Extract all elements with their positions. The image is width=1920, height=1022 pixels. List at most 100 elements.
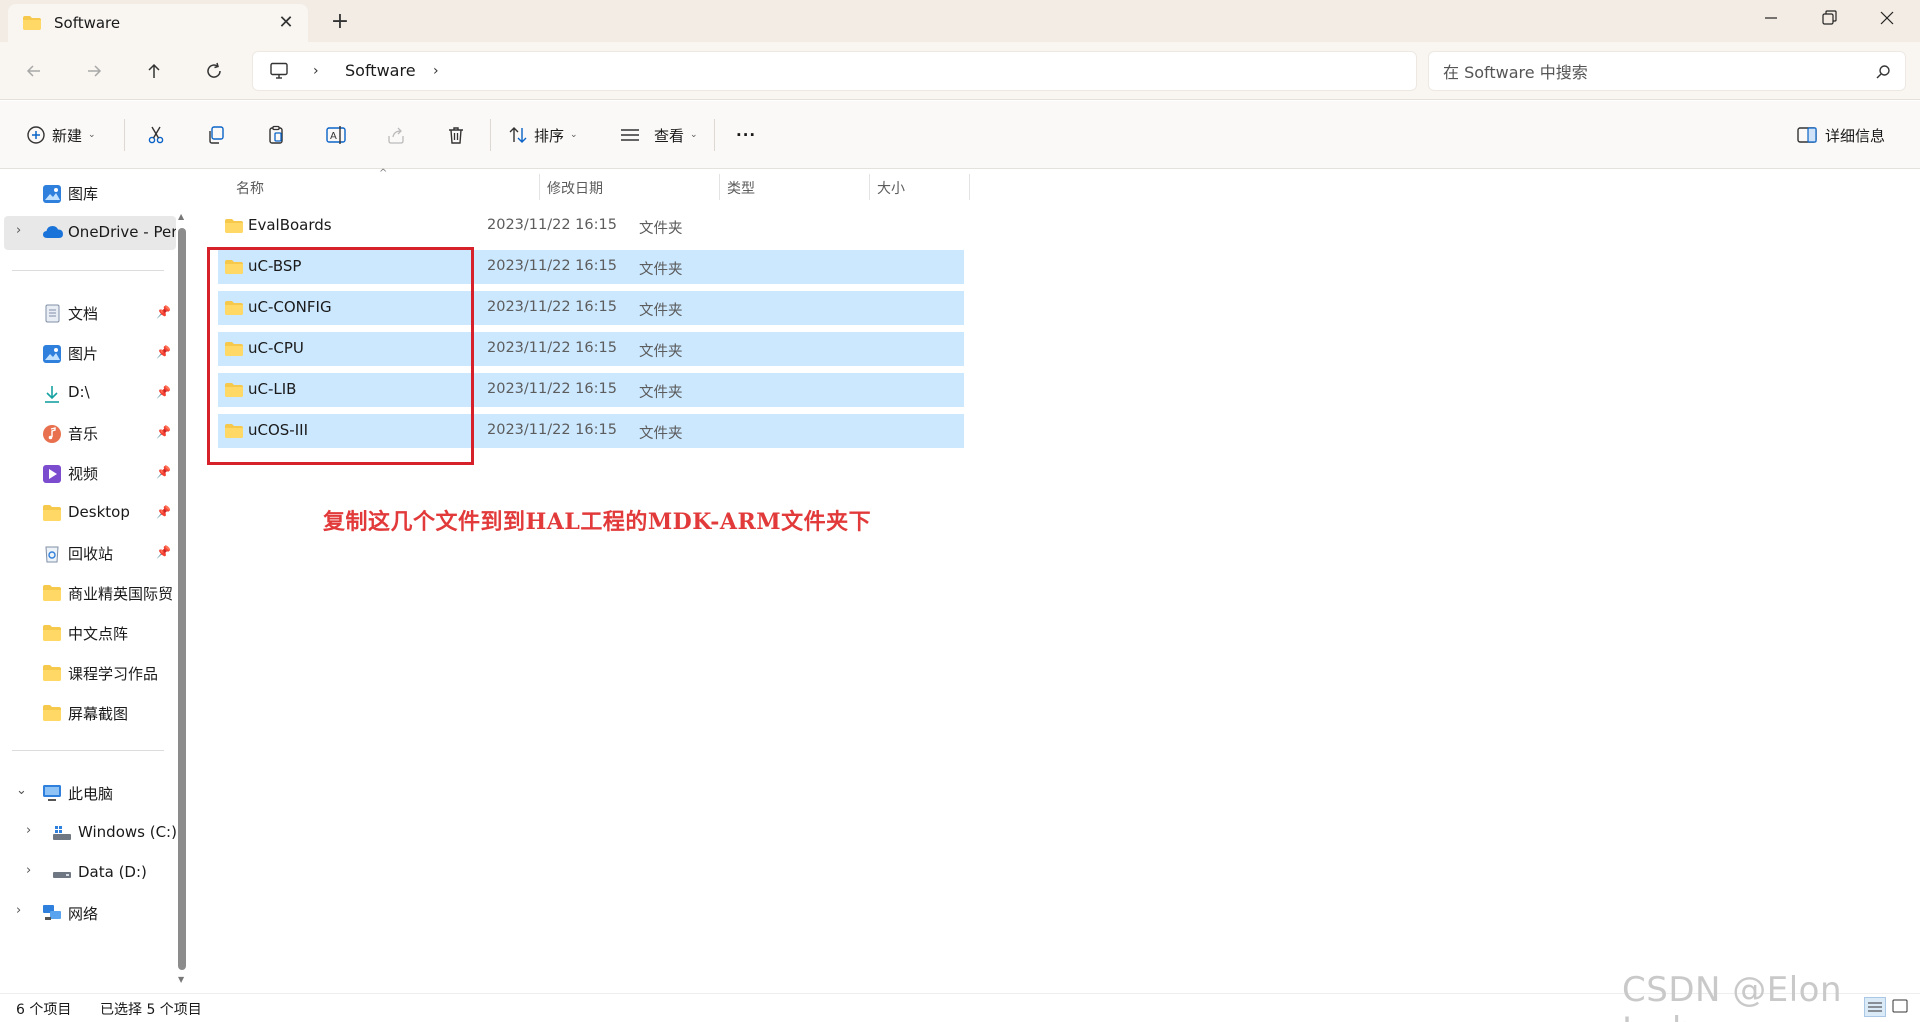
chevron-down-icon[interactable]: ⌄ <box>16 783 27 798</box>
back-button[interactable] <box>17 54 51 88</box>
details-view-toggle[interactable] <box>1864 997 1886 1017</box>
restore-button[interactable] <box>1800 0 1858 36</box>
more-options-button[interactable]: ··· <box>736 120 756 150</box>
sidebar-item-folder[interactable]: 中文点阵 <box>0 616 176 650</box>
chevron-down-icon: ⌄ <box>690 130 698 140</box>
details-pane-button[interactable]: 详细信息 <box>1797 120 1885 150</box>
sidebar-item-d-drive[interactable]: D:\ 📌 <box>0 376 176 410</box>
arrow-left-icon <box>26 65 40 77</box>
sidebar-item-label: 屏幕截图 <box>68 705 129 723</box>
arrow-up-icon <box>148 63 160 78</box>
sidebar-item-desktop[interactable]: Desktop 📌 <box>0 496 176 530</box>
item-count: 6 个项目 <box>16 1002 72 1018</box>
new-button[interactable]: 新建 ⌄ <box>26 120 96 150</box>
copy-button[interactable] <box>201 120 231 150</box>
chevron-right-icon[interactable]: › <box>26 863 31 878</box>
up-button[interactable] <box>137 54 171 88</box>
column-type[interactable]: 类型 <box>727 178 755 198</box>
sidebar-item-label: Windows (C:) <box>78 823 176 841</box>
sidebar-item-this-pc[interactable]: ⌄ 此电脑 <box>0 776 176 810</box>
sidebar-item-recycle-bin[interactable]: 回收站 📌 <box>0 536 176 570</box>
column-name[interactable]: 名称 <box>236 178 264 198</box>
sidebar-item-data-d[interactable]: › Data (D:) <box>0 856 176 890</box>
video-icon <box>42 464 62 484</box>
chevron-right-icon[interactable]: › <box>16 903 21 918</box>
sidebar-item-gallery[interactable]: 图库 <box>0 176 176 210</box>
pin-icon[interactable]: 📌 <box>156 345 171 359</box>
sidebar-item-label: 音乐 <box>68 425 99 443</box>
recycle-bin-icon <box>42 544 62 564</box>
breadcrumb-software[interactable]: Software <box>345 61 416 80</box>
sidebar-item-windows-c[interactable]: › Windows (C:) <box>0 816 176 850</box>
close-tab-icon[interactable]: ✕ <box>274 11 298 35</box>
onedrive-icon <box>42 224 63 244</box>
sort-button[interactable]: 排序 ⌄ <box>508 120 578 150</box>
pin-icon[interactable]: 📌 <box>156 385 171 399</box>
pictures-icon <box>42 344 62 364</box>
delete-button[interactable] <box>441 120 471 150</box>
chevron-right-icon[interactable]: › <box>313 63 319 79</box>
search-icon[interactable] <box>1875 64 1891 84</box>
sidebar-item-music[interactable]: 音乐 📌 <box>0 416 176 450</box>
column-size[interactable]: 大小 <box>877 178 905 198</box>
column-date[interactable]: 修改日期 <box>547 178 603 198</box>
this-pc-icon <box>42 784 62 804</box>
tab-software[interactable]: Software ✕ <box>8 4 308 42</box>
address-field[interactable]: › Software › <box>252 51 1417 91</box>
annotation-highlight-box <box>207 247 474 465</box>
chevron-right-icon[interactable]: › <box>26 823 31 838</box>
close-window-button[interactable] <box>1858 0 1916 36</box>
column-divider[interactable] <box>719 174 720 200</box>
sidebar-item-documents[interactable]: 文档 📌 <box>0 296 176 330</box>
column-divider[interactable] <box>869 174 870 200</box>
folder-icon <box>42 584 62 604</box>
sidebar-scrollbar-thumb[interactable] <box>178 228 186 970</box>
pin-icon[interactable]: 📌 <box>156 305 171 319</box>
minimize-button[interactable] <box>1742 0 1800 36</box>
thumbnail-view-toggle[interactable] <box>1890 997 1912 1017</box>
chevron-down-icon: ⌄ <box>570 130 578 140</box>
sidebar-item-label: 此电脑 <box>68 785 114 803</box>
paste-button[interactable] <box>261 120 291 150</box>
sidebar-item-folder[interactable]: 屏幕截图 <box>0 696 176 730</box>
pin-icon[interactable]: 📌 <box>156 425 171 439</box>
sidebar-item-pictures[interactable]: 图片 📌 <box>0 336 176 370</box>
chevron-right-icon[interactable]: › <box>16 223 21 238</box>
cut-button[interactable] <box>141 120 171 150</box>
search-input[interactable] <box>1443 60 1843 84</box>
share-button[interactable] <box>381 120 411 150</box>
sidebar-item-videos[interactable]: 视频 📌 <box>0 456 176 490</box>
download-icon <box>42 384 62 404</box>
view-button[interactable]: 查看 ⌄ <box>620 120 698 150</box>
sidebar-item-folder[interactable]: 商业精英国际贸 <box>0 576 176 610</box>
column-divider[interactable] <box>539 174 540 200</box>
file-type: 文件夹 <box>639 385 683 401</box>
sidebar-item-label: 课程学习作品 <box>68 665 159 683</box>
search-box[interactable] <box>1428 51 1906 91</box>
column-divider[interactable] <box>969 174 970 200</box>
sidebar-item-onedrive[interactable]: › OneDrive - Per <box>4 216 176 250</box>
pin-icon[interactable]: 📌 <box>156 465 171 479</box>
drive-icon <box>52 864 72 884</box>
sidebar-item-label: OneDrive - Per <box>68 223 176 241</box>
arrow-right-icon <box>88 65 102 77</box>
forward-button[interactable] <box>77 54 111 88</box>
documents-icon <box>42 304 62 324</box>
sidebar-item-network[interactable]: › 网络 <box>0 896 176 930</box>
file-type: 文件夹 <box>639 426 683 442</box>
refresh-button[interactable] <box>197 54 231 88</box>
network-icon <box>42 904 62 924</box>
pin-icon[interactable]: 📌 <box>156 505 171 519</box>
scroll-down-arrow[interactable]: ▼ <box>178 975 184 984</box>
sidebar-item-folder[interactable]: 课程学习作品 <box>0 656 176 690</box>
sort-button-label: 排序 <box>534 126 565 145</box>
chevron-right-icon[interactable]: › <box>433 63 439 79</box>
add-circle-icon <box>27 126 45 144</box>
table-row[interactable]: EvalBoards 2023/11/22 16:15 文件夹 <box>218 209 964 243</box>
file-type: 文件夹 <box>639 262 683 278</box>
column-headers: ^ 名称 修改日期 类型 大小 <box>195 168 995 202</box>
scroll-up-arrow[interactable]: ▲ <box>178 212 184 221</box>
rename-button[interactable]: A <box>321 120 351 150</box>
pin-icon[interactable]: 📌 <box>156 545 171 559</box>
new-tab-button[interactable]: + <box>326 8 354 36</box>
